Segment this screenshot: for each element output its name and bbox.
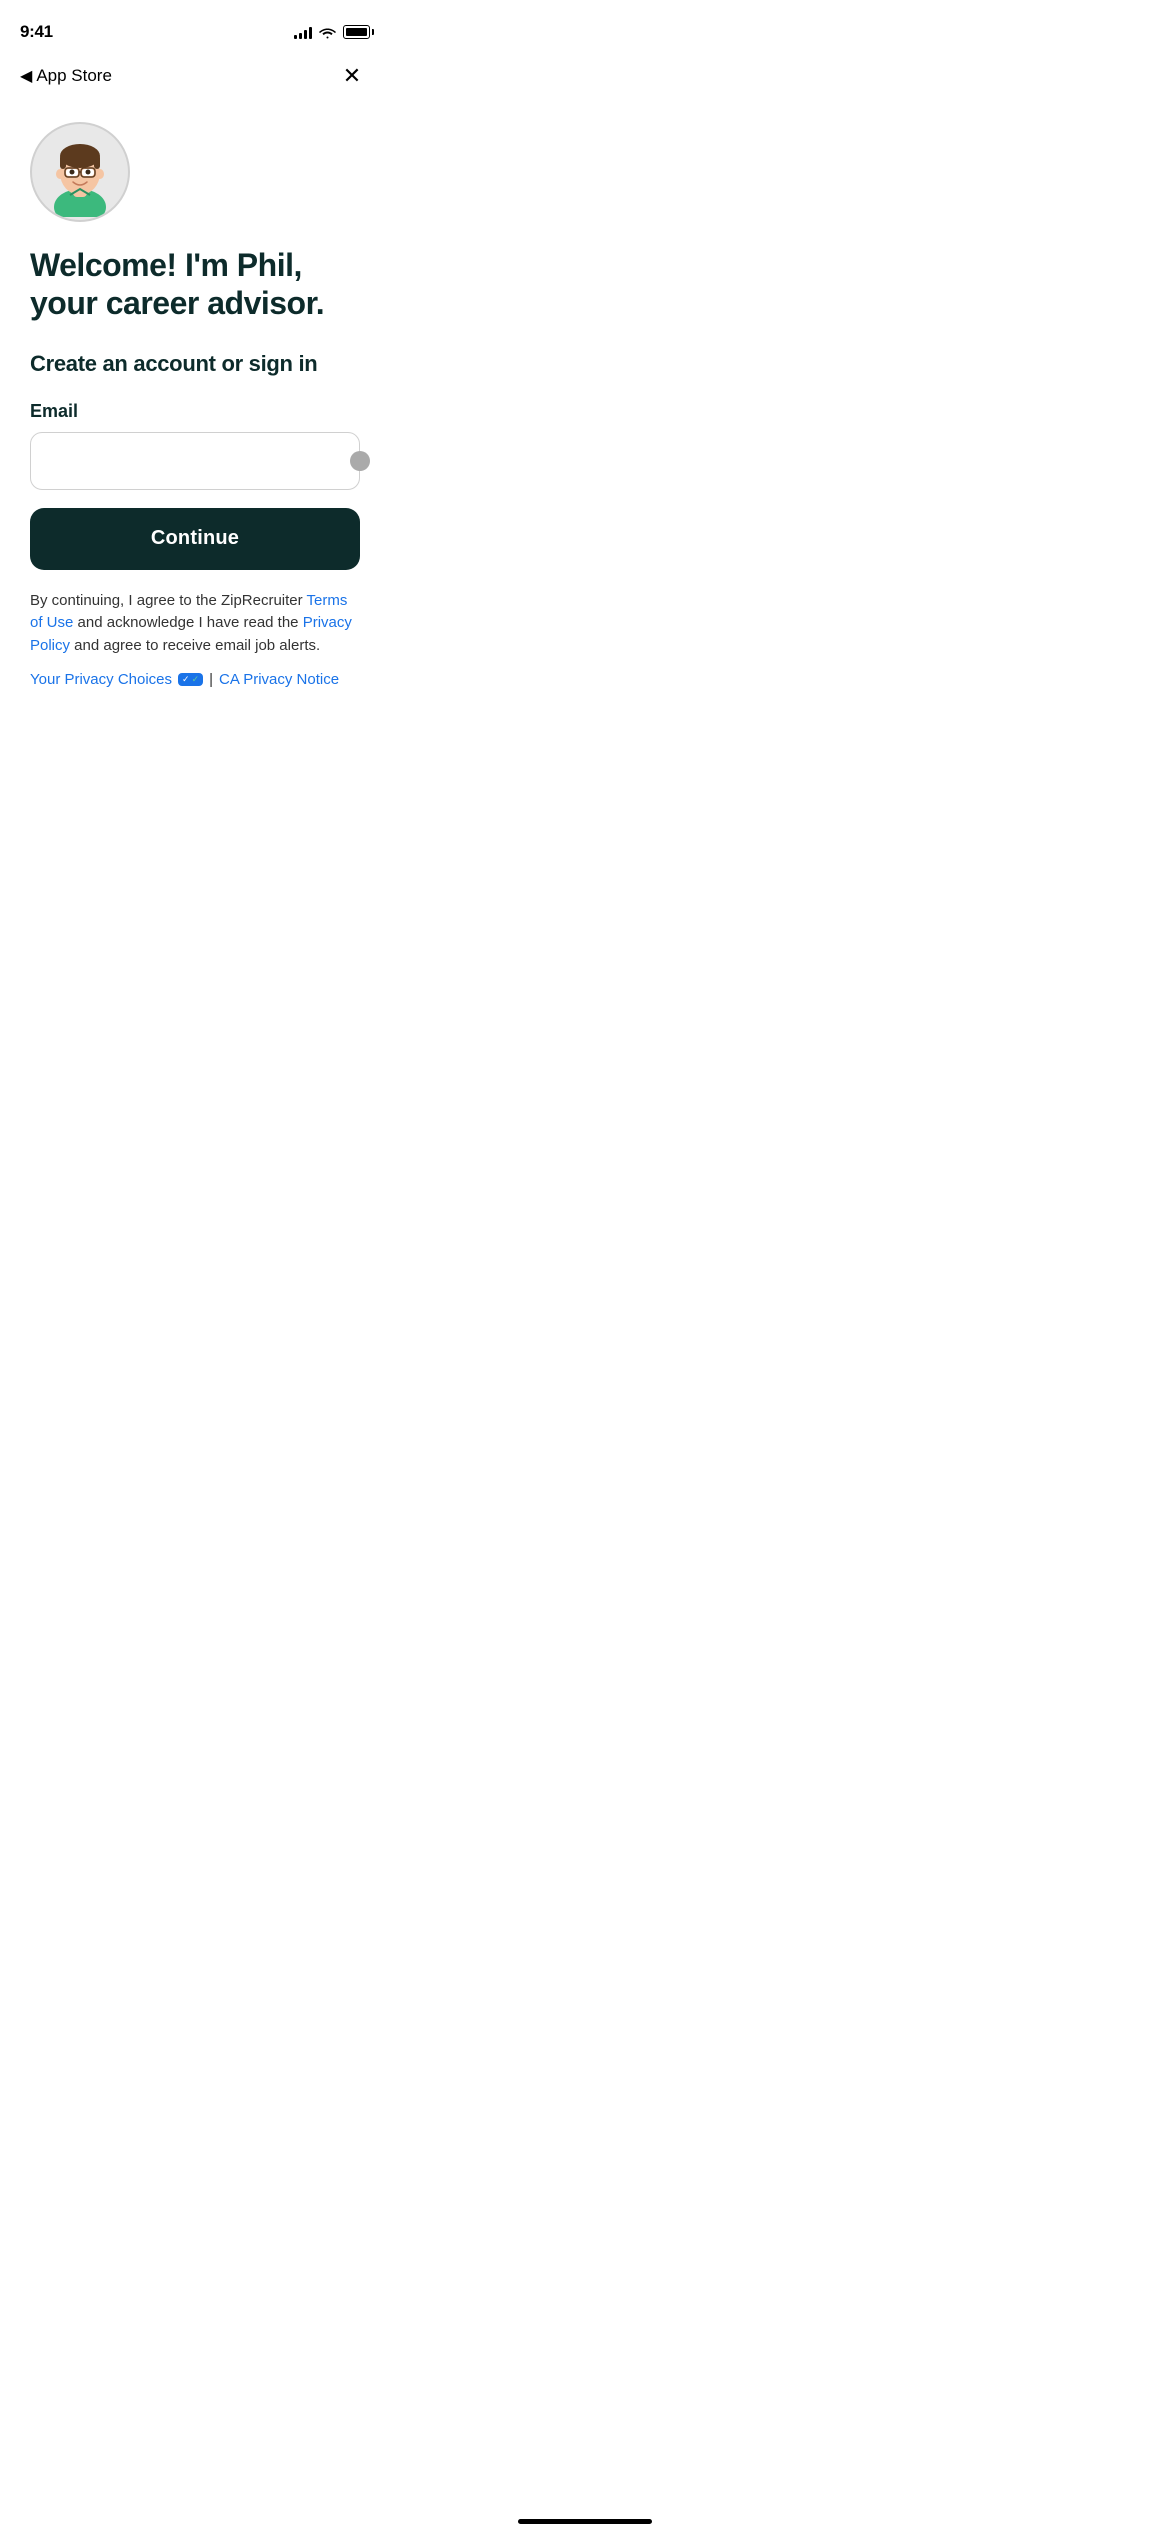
legal-text-before: By continuing, I agree to the ZipRecruit…	[30, 592, 307, 609]
sub-heading: Create an account or sign in	[30, 351, 360, 377]
legal-text-after: and agree to receive email job alerts.	[70, 637, 320, 654]
privacy-separator: |	[209, 671, 213, 688]
continue-button[interactable]: Continue	[30, 508, 360, 570]
avatar	[30, 122, 130, 222]
status-icons	[294, 25, 370, 39]
back-chevron-icon: ◀	[20, 66, 32, 86]
privacy-badge-icon: ✓ ✓	[178, 673, 203, 686]
close-icon: ✕	[343, 65, 361, 87]
ca-privacy-notice-link[interactable]: CA Privacy Notice	[219, 671, 339, 688]
signal-icon	[294, 26, 312, 39]
battery-icon	[343, 25, 370, 39]
your-privacy-choices-link[interactable]: Your Privacy Choices	[30, 671, 172, 688]
email-input-wrapper	[30, 432, 360, 490]
status-bar: 9:41	[0, 0, 390, 50]
scroll-indicator	[350, 451, 370, 471]
privacy-check2-icon: ✓	[192, 674, 200, 685]
nav-bar: ◀ App Store ✕	[0, 50, 390, 102]
status-time: 9:41	[20, 22, 53, 42]
welcome-heading: Welcome! I'm Phil, your career advisor.	[30, 246, 360, 323]
main-content: Welcome! I'm Phil, your career advisor. …	[0, 102, 390, 718]
privacy-check1-icon: ✓	[182, 674, 190, 685]
legal-text-middle: and acknowledge I have read the	[73, 614, 302, 631]
back-button[interactable]: ◀ App Store	[20, 66, 112, 86]
wifi-icon	[319, 26, 336, 39]
email-label: Email	[30, 401, 360, 422]
email-input[interactable]	[30, 432, 360, 490]
legal-text: By continuing, I agree to the ZipRecruit…	[30, 590, 360, 658]
close-button[interactable]: ✕	[334, 58, 370, 94]
back-label: App Store	[36, 66, 112, 86]
privacy-row: Your Privacy Choices ✓ ✓ | CA Privacy No…	[30, 671, 360, 688]
home-indicator	[518, 2519, 652, 2524]
